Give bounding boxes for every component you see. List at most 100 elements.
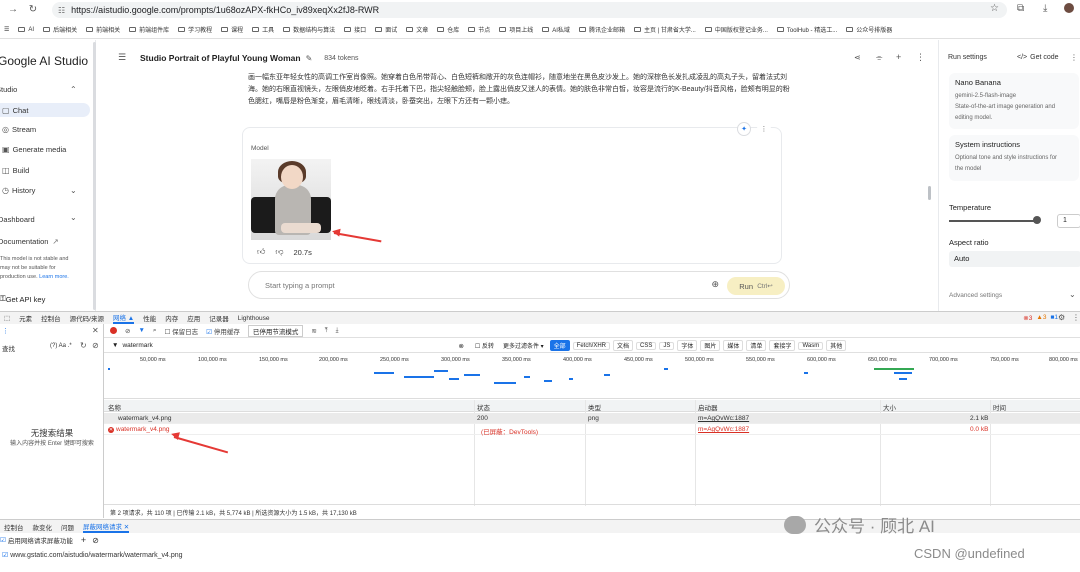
close-icon[interactable]: ✕ (92, 326, 99, 335)
devtools-tab[interactable]: 内存 (165, 313, 178, 323)
prompt-title[interactable]: Studio Portrait of Playful Young Woman (140, 53, 301, 63)
issue-counts[interactable]: ⊗3 ▲3 ■1 (1023, 314, 1058, 322)
generated-image[interactable] (251, 159, 331, 240)
filter-chip[interactable]: 字体 (677, 340, 698, 351)
filter-chip[interactable]: 媒体 (723, 340, 744, 351)
add-pattern-icon[interactable]: + (81, 535, 86, 545)
search-input[interactable]: 查找 (2, 343, 15, 353)
bookmark[interactable]: 前端相关 (86, 25, 120, 34)
bookmark[interactable]: AI私域 (542, 25, 570, 34)
devtools-tab[interactable]: 记录器 (209, 313, 229, 323)
bookmarks-apps-icon[interactable]: ☰ (4, 26, 9, 33)
import-icon[interactable]: ⤒ (325, 327, 328, 335)
col-name[interactable]: 名称 (108, 402, 121, 412)
nav-history[interactable]: ◷ History (2, 186, 35, 195)
settings-gear-icon[interactable]: ⚙ (1058, 313, 1065, 322)
thumbs-down-icon[interactable]: 👎︎ (275, 247, 283, 257)
temperature-input[interactable]: 1 (1057, 214, 1080, 228)
download-icon[interactable]: ⤓ (1043, 3, 1047, 14)
filter-input[interactable]: watermark (122, 342, 458, 349)
edit-icon[interactable]: ✎ (306, 54, 313, 63)
nav-generate-media[interactable]: ▣ Generate media (2, 145, 66, 154)
get-api-key-button[interactable]: ⚿ Get API key (0, 294, 45, 304)
devtools-tab[interactable]: 应用 (187, 313, 200, 323)
add-media-icon[interactable]: ⊕ (711, 279, 719, 290)
table-row[interactable]: watermark_v4.png 200 png m=AgQvWc:1887 2… (104, 413, 1080, 424)
network-timeline[interactable]: 50,000 ms 100,000 ms 150,000 ms 200,000 … (104, 354, 1080, 399)
devtools-tab[interactable]: 源代码/来源 (70, 313, 104, 323)
compare-icon[interactable]: ⌯ (876, 53, 882, 63)
bookmark[interactable]: 腾讯企业邮箱 (578, 25, 625, 34)
bookmark-star-icon[interactable]: ☆ (990, 3, 999, 14)
filter-chip-all[interactable]: 全部 (549, 340, 570, 351)
col-type[interactable]: 类型 (588, 402, 601, 412)
bookmark[interactable]: 课程 (221, 25, 243, 34)
filter-chip[interactable]: Fetch/XHR (572, 341, 610, 350)
preserve-log-checkbox[interactable]: ☐ 保留日志 (165, 326, 199, 336)
bookmark[interactable]: 项目上线 (499, 25, 533, 34)
drawer-tab-request-blocking[interactable]: 屏蔽网络请求 ✕ (83, 521, 130, 533)
col-status[interactable]: 状态 (477, 402, 490, 412)
nav-stream[interactable]: ◎ Stream (2, 125, 36, 134)
filter-chip[interactable]: 其他 (826, 340, 847, 351)
bookmark[interactable]: AI (18, 27, 34, 33)
model-selector[interactable]: Nano Banana gemini-2.5-flash-image State… (949, 73, 1079, 129)
share-icon[interactable]: ⋖ (854, 53, 861, 62)
filter-chip[interactable]: 图片 (700, 340, 721, 351)
bookmark[interactable]: 学习教程 (178, 25, 212, 34)
invert-checkbox[interactable]: ☐ 反转 (471, 341, 497, 350)
aspect-ratio-select[interactable]: Auto (949, 251, 1080, 267)
temperature-slider-track[interactable] (949, 220, 1037, 222)
reload-icon[interactable]: ↻ (26, 4, 40, 15)
sidebar-scrollbar[interactable] (93, 42, 96, 310)
bookmark[interactable]: 节点 (468, 25, 490, 34)
search-options[interactable]: (?) Aa .* (50, 343, 72, 349)
wifi-icon[interactable]: ≋ (311, 327, 316, 335)
forward-icon[interactable]: → (6, 4, 20, 15)
enable-blocking-checkbox[interactable]: ☑ (0, 536, 6, 544)
bookmark[interactable]: 主页 | 甘肃省大学... (633, 25, 696, 34)
bookmark[interactable]: 仓库 (437, 25, 459, 34)
bookmark[interactable]: 数据结构与算法 (283, 25, 335, 34)
col-size[interactable]: 大小 (883, 402, 896, 412)
search-icon[interactable]: ⌕ (153, 327, 157, 335)
search-panel-tab[interactable]: ⋮ (2, 327, 9, 335)
bookmark[interactable]: 接口 (344, 25, 366, 34)
toggle-panel-icon[interactable]: ☰ (118, 52, 126, 63)
learn-more-link[interactable]: Learn more. (39, 274, 69, 280)
col-initiator[interactable]: 启动器 (698, 402, 718, 412)
nav-build[interactable]: ◫ Build (2, 166, 29, 175)
main-scrollbar[interactable] (928, 186, 931, 200)
table-row-blocked[interactable]: ✕ watermark_v4.png (已屏蔽：DevTools) m=AgQvW… (104, 424, 1080, 436)
bookmark[interactable]: 后端相关 (43, 25, 77, 34)
add-icon[interactable]: ✦ (737, 122, 751, 136)
throttle-select[interactable]: 已停用节流模式 (247, 324, 304, 337)
bookmark[interactable]: 前端组件库 (129, 25, 169, 34)
export-icon[interactable]: ⤓ (336, 327, 339, 335)
drawer-tab[interactable]: 问题 (61, 522, 74, 532)
clear-log-icon[interactable]: ⊘ (125, 327, 130, 335)
system-instructions[interactable]: System instructions Optional tone and st… (949, 135, 1079, 181)
new-prompt-icon[interactable]: + (896, 52, 901, 62)
advanced-settings-toggle[interactable]: Advanced settings (949, 292, 1002, 299)
devtools-tab[interactable]: Lighthouse (238, 315, 270, 322)
drawer-tab[interactable]: 控制台 (4, 522, 24, 532)
more-icon[interactable]: ⋮ (1072, 313, 1080, 322)
devtools-tab-network[interactable]: 网络 ▲ (112, 312, 135, 324)
devtools-select-icon[interactable]: ⬚ (4, 314, 10, 322)
filter-chip[interactable]: Wasm (798, 341, 824, 350)
more-filters-dropdown[interactable]: 更多过滤条件 ▾ (499, 341, 547, 350)
bookmark[interactable]: 文章 (406, 25, 428, 34)
bookmark[interactable]: 面试 (375, 25, 397, 34)
extensions-icon[interactable]: ⧉ (1017, 3, 1024, 14)
filter-chip[interactable]: CSS (636, 341, 657, 350)
more-icon[interactable]: ⋮ (757, 122, 771, 136)
chevron-up-icon[interactable]: ⌃ (70, 85, 77, 94)
devtools-tab[interactable]: 控制台 (41, 313, 61, 323)
bookmark[interactable]: 公众号排版器 (846, 25, 892, 34)
bookmark[interactable]: 工具 (252, 25, 274, 34)
temperature-slider-handle[interactable] (1033, 216, 1041, 224)
chevron-down-icon[interactable]: ⌄ (1069, 290, 1076, 299)
disable-cache-checkbox[interactable]: ☑ 停用缓存 (206, 326, 240, 336)
chevron-down-icon[interactable]: ⌄ (70, 186, 77, 195)
